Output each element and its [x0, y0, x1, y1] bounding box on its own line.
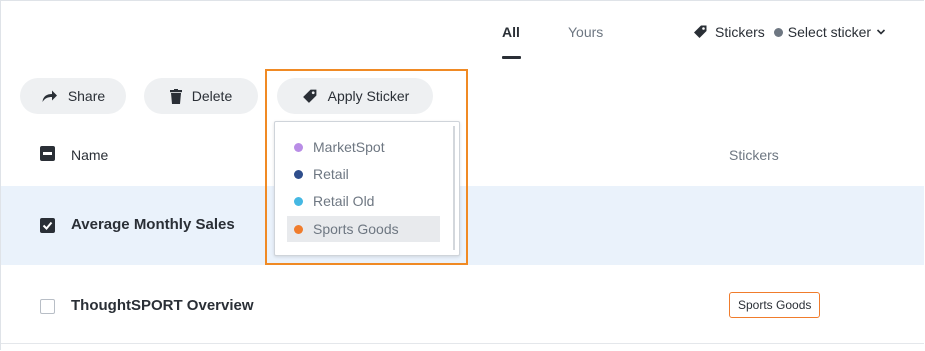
column-header-name[interactable]: Name	[71, 147, 108, 163]
sticker-menu: MarketSpot Retail Retail Old Sports Good…	[274, 121, 460, 256]
sticker-color-dot-icon	[294, 224, 303, 234]
sticker-badge[interactable]: Sports Goods	[729, 292, 821, 318]
sticker-color-dot-icon	[294, 169, 303, 179]
row-name-link[interactable]: ThoughtSPORT Overview	[71, 297, 254, 314]
select-all-checkbox[interactable]	[40, 146, 55, 161]
sticker-menu-item-label: Retail	[313, 166, 349, 182]
sticker-menu-item-marketspot[interactable]: MarketSpot	[287, 134, 385, 160]
delete-button[interactable]: Delete	[144, 78, 258, 114]
sticker-menu-item-retail[interactable]: Retail	[287, 161, 349, 187]
sticker-dot-icon	[773, 27, 783, 37]
tab-all[interactable]: All	[502, 24, 520, 40]
tab-yours[interactable]: Yours	[568, 24, 603, 40]
row-name-link[interactable]: Average Monthly Sales	[71, 216, 235, 233]
tag-icon	[302, 89, 317, 103]
sticker-menu-item-sports-goods[interactable]: Sports Goods	[287, 216, 440, 242]
tag-icon	[694, 25, 707, 38]
select-sticker-dropdown[interactable]: Select sticker	[788, 24, 871, 40]
trash-icon	[169, 88, 182, 104]
share-button[interactable]: Share	[20, 78, 126, 114]
row-checkbox[interactable]	[40, 299, 55, 314]
sticker-filter[interactable]: Stickers Select sticker	[692, 24, 886, 40]
sticker-menu-item-label: Sports Goods	[313, 221, 399, 237]
row-divider	[1, 343, 924, 344]
sticker-color-dot-icon	[294, 142, 303, 152]
sticker-menu-item-label: Retail Old	[313, 193, 375, 209]
share-label: Share	[67, 88, 106, 104]
row-checkbox[interactable]	[40, 218, 55, 233]
delete-label: Delete	[191, 88, 233, 104]
apply-sticker-label: Apply Sticker	[327, 88, 410, 104]
sticker-menu-item-label: MarketSpot	[313, 139, 385, 155]
apply-sticker-button[interactable]: Apply Sticker	[277, 78, 433, 114]
column-header-stickers: Stickers	[729, 147, 779, 163]
sticker-menu-item-retail-old[interactable]: Retail Old	[287, 188, 374, 214]
share-arrow-icon	[42, 90, 57, 102]
sticker-color-dot-icon	[294, 196, 303, 206]
stickers-filter-label: Stickers	[715, 24, 765, 40]
active-tab-indicator	[502, 56, 521, 59]
chevron-down-icon	[876, 29, 886, 35]
checkmark-icon	[42, 221, 53, 230]
menu-scrollbar[interactable]	[453, 126, 455, 250]
